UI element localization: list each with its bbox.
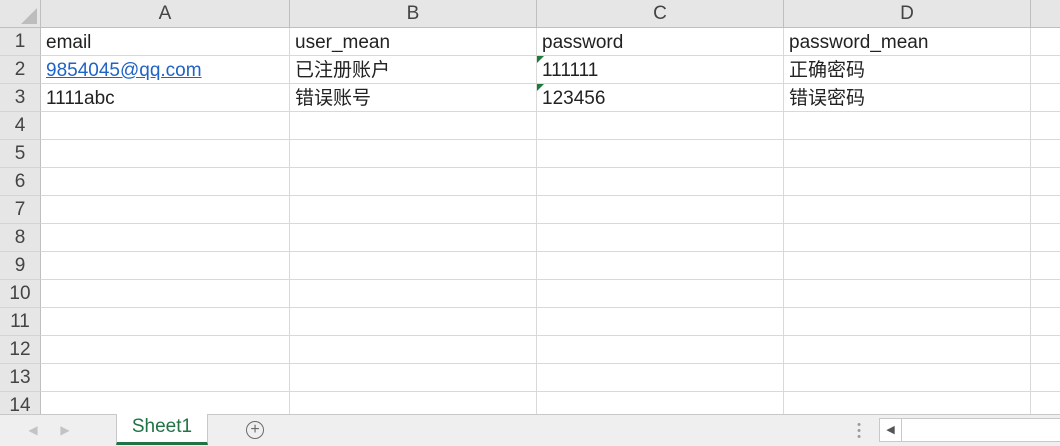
gridline (1030, 28, 1031, 414)
gridline (41, 391, 1060, 392)
cell-a2-hyperlink[interactable]: 9854045@qq.com (41, 56, 289, 83)
vertical-dots-icon[interactable]: • • • (856, 420, 862, 443)
gridline (41, 335, 1060, 336)
gridline (41, 139, 1060, 140)
gridline (41, 111, 1060, 112)
spreadsheet-grid[interactable]: A B C D 1 2 3 4 5 6 7 8 9 10 11 12 13 14… (0, 0, 1060, 414)
gridline (41, 279, 1060, 280)
scroll-left-arrow-icon[interactable]: ◀ (879, 418, 902, 442)
row-header-2[interactable]: 2 (0, 56, 41, 84)
column-header-b[interactable]: B (290, 0, 537, 28)
sheet-tab-sheet1[interactable]: Sheet1 (116, 414, 208, 445)
horizontal-scrollbar[interactable] (902, 418, 1060, 442)
row-header-9[interactable]: 9 (0, 252, 41, 280)
row-header-4[interactable]: 4 (0, 112, 41, 140)
column-header-a[interactable]: A (41, 0, 290, 28)
cell-a3[interactable]: 1111abc (41, 84, 289, 111)
row-header-1[interactable]: 1 (0, 28, 41, 56)
row-header-11[interactable]: 11 (0, 308, 41, 336)
sheet-tab-bar: ◀ ▶ Sheet1 + • • • ◀ (0, 414, 1060, 446)
chevron-right-icon[interactable]: ▶ (58, 423, 72, 437)
row-header-10[interactable]: 10 (0, 280, 41, 308)
row-header-13[interactable]: 13 (0, 364, 41, 392)
cell-d2[interactable]: 正确密码 (784, 56, 1030, 83)
row-header-14[interactable]: 14 (0, 392, 41, 414)
cell-b1[interactable]: user_mean (290, 28, 536, 55)
row-header-12[interactable]: 12 (0, 336, 41, 364)
cell-d3[interactable]: 错误密码 (784, 84, 1030, 111)
column-header-c[interactable]: C (537, 0, 784, 28)
gridline (41, 223, 1060, 224)
gridline (41, 363, 1060, 364)
gridline (41, 167, 1060, 168)
chevron-left-icon[interactable]: ◀ (26, 423, 40, 437)
row-header-6[interactable]: 6 (0, 168, 41, 196)
cell-c1[interactable]: password (537, 28, 783, 55)
cell-b3[interactable]: 错误账号 (290, 84, 536, 111)
cell-b2[interactable]: 已注册账户 (290, 56, 536, 83)
select-all-triangle-icon (21, 8, 37, 24)
plus-circle-icon[interactable]: + (246, 421, 264, 439)
row-header-3[interactable]: 3 (0, 84, 41, 112)
cell-d1[interactable]: password_mean (784, 28, 1030, 55)
column-header-e[interactable] (1031, 0, 1060, 28)
cell-a1[interactable]: email (41, 28, 289, 55)
gridline (41, 251, 1060, 252)
row-header-7[interactable]: 7 (0, 196, 41, 224)
row-header-5[interactable]: 5 (0, 140, 41, 168)
cell-c2[interactable]: 111111 (537, 56, 783, 83)
number-as-text-flag-icon (537, 84, 544, 91)
row-header-8[interactable]: 8 (0, 224, 41, 252)
select-all-corner[interactable] (0, 0, 41, 28)
gridline (41, 195, 1060, 196)
number-as-text-flag-icon (537, 56, 544, 63)
column-header-d[interactable]: D (784, 0, 1031, 28)
gridline (41, 307, 1060, 308)
cell-c3[interactable]: 123456 (537, 84, 783, 111)
